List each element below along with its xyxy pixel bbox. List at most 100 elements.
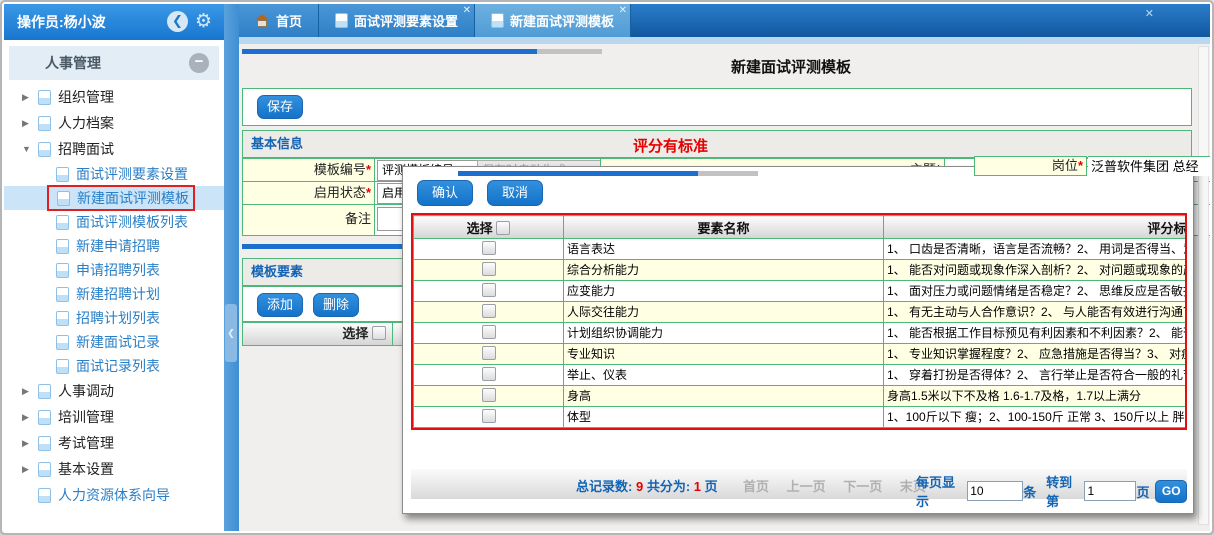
- sidebar-item[interactable]: ▶ 人力档案: [4, 110, 224, 136]
- table-row: 人际交往能力1、 有无主动与人合作意识？2、 与人能否有效进行沟通？3、 对人际…: [413, 301, 1185, 323]
- document-icon: [38, 383, 51, 399]
- element-name-cell: 专业知识: [563, 343, 884, 365]
- sidebar-item[interactable]: 新建面试记录: [4, 330, 224, 354]
- red-annotation: 评分有标准: [633, 138, 709, 155]
- scrollbar-track[interactable]: [698, 171, 758, 176]
- table-row: 专业知识1、 专业知识掌握程度？2、 应急措施是否得当？3、 对症下药是否准确？: [413, 343, 1185, 365]
- chevron-right-icon[interactable]: ▶: [22, 386, 32, 397]
- chevron-right-icon[interactable]: ▶: [22, 412, 32, 423]
- basic-info-title: 基本信息: [251, 136, 304, 151]
- criteria-cell: 1、 能否根据工作目标预见有利因素和不利因素？2、 能否根据现实需要和长远效果作…: [883, 322, 1185, 344]
- sidebar-item[interactable]: ▶ 基本设置: [4, 456, 224, 482]
- tab-label: 新建面试评测模板: [510, 14, 615, 29]
- gear-icon[interactable]: ⚙: [195, 11, 216, 32]
- row-checkbox[interactable]: [481, 409, 496, 423]
- document-icon: [38, 461, 51, 477]
- position-label: 岗位*: [974, 156, 1087, 176]
- chevron-right-icon[interactable]: ▶: [22, 92, 32, 103]
- row-checkbox[interactable]: [481, 283, 496, 297]
- position-value[interactable]: 泛普软件集团 总经: [1088, 156, 1210, 176]
- chevron-down-icon[interactable]: ▼: [22, 144, 32, 154]
- sidebar-item[interactable]: ▼ 招聘面试: [4, 136, 224, 162]
- row-select-cell: [413, 280, 564, 302]
- collapse-back-icon[interactable]: ❮: [167, 11, 188, 32]
- tab-bar: 首页 面试评测要素设置 ✕ 新建面试评测模板 ✕: [239, 4, 1210, 37]
- criteria-cell: 1、 口齿是否清晰，语言是否流畅？2、 用词是否得当、意思表达是否准确？3、 内…: [883, 238, 1185, 260]
- document-icon: [56, 334, 69, 350]
- table-row: 应变能力1、 面对压力或问题情绪是否稳定？2、 思维反应是否敏捷？3、 考虑问题…: [413, 280, 1185, 302]
- add-button[interactable]: 添加: [257, 293, 303, 317]
- goto-page-input[interactable]: [1084, 481, 1137, 501]
- select-all-checkbox[interactable]: [372, 326, 386, 340]
- per-page-input[interactable]: [967, 481, 1024, 501]
- sidebar-item[interactable]: ▶ 组织管理: [4, 84, 224, 110]
- chevron-right-icon[interactable]: ▶: [22, 118, 32, 129]
- sidebar-item-label: 人力档案: [58, 115, 114, 131]
- sidebar-item[interactable]: 新建招聘计划: [4, 282, 224, 306]
- record-count: 总记录数: 9 共分为: 1 页: [576, 479, 718, 494]
- scrollbar-track[interactable]: [537, 49, 602, 54]
- table-row: 语言表达1、 口齿是否清晰，语言是否流畅？2、 用词是否得当、意思表达是否准确？…: [413, 238, 1185, 260]
- tab-home[interactable]: 首页: [239, 4, 320, 37]
- save-toolbar: 保存: [242, 88, 1192, 126]
- form-horizontal-scrollbar[interactable]: [242, 49, 602, 54]
- row-checkbox[interactable]: [481, 346, 496, 360]
- element-picker-dialog: 确认 取消 选择 要素名称 评分标准 语言表达1、 口齿是否清晰，语言是否流畅？…: [402, 166, 1194, 514]
- sidebar-item[interactable]: 面试评测模板列表: [4, 210, 224, 234]
- sidebar-item[interactable]: 招聘计划列表: [4, 306, 224, 330]
- first-page-link[interactable]: 首页: [743, 479, 769, 494]
- criteria-cell: 1、 穿着打扮是否得体？2、 言行举止是否符合一般的礼节？3、 有无多余的动作？: [883, 364, 1185, 386]
- scrollbar-thumb[interactable]: [242, 49, 537, 54]
- select-all-checkbox[interactable]: [496, 220, 511, 235]
- next-page-link[interactable]: 下一页: [843, 479, 882, 494]
- element-name-cell: 人际交往能力: [563, 301, 884, 323]
- splitter-collapse-handle[interactable]: ❮: [225, 304, 237, 362]
- document-icon: [38, 435, 51, 451]
- pagination-bar: 总记录数: 9 共分为: 1 页 首页 上一页 下一页 末页 每页显示 条 转到…: [411, 469, 1188, 509]
- elements-title: 模板要素: [251, 264, 304, 279]
- row-checkbox[interactable]: [481, 325, 496, 339]
- criteria-column-header: 评分标准: [883, 215, 1185, 239]
- chevron-right-icon[interactable]: ▶: [22, 438, 32, 449]
- sidebar-item[interactable]: 申请招聘列表: [4, 258, 224, 282]
- go-button[interactable]: GO: [1155, 479, 1188, 503]
- tab-page[interactable]: 面试评测要素设置 ✕: [319, 4, 476, 37]
- row-checkbox[interactable]: [481, 388, 496, 402]
- sidebar-item[interactable]: ▶ 考试管理: [4, 430, 224, 456]
- sidebar-item[interactable]: 面试评测要素设置: [4, 162, 224, 186]
- vertical-scrollbar-track[interactable]: [1198, 46, 1209, 525]
- save-button[interactable]: 保存: [257, 95, 303, 119]
- sidebar-item[interactable]: 新建面试评测模板: [4, 185, 224, 211]
- sidebar-item[interactable]: ▶ 培训管理: [4, 404, 224, 430]
- tab-page[interactable]: 新建面试评测模板 ✕: [475, 4, 632, 37]
- close-icon[interactable]: ✕: [463, 5, 471, 16]
- sidebar-item[interactable]: 人力资源体系向导: [4, 482, 224, 508]
- sidebar-item-label: 新建面试评测模板: [77, 190, 189, 206]
- per-page-unit: 条: [1023, 484, 1037, 500]
- chevron-right-icon[interactable]: ▶: [22, 464, 32, 475]
- prev-page-link[interactable]: 上一页: [787, 479, 826, 494]
- close-all-tabs-icon[interactable]: ✕: [1145, 7, 1154, 20]
- dialog-horizontal-scrollbar[interactable]: [458, 171, 758, 176]
- name-column-header: 要素名称: [563, 215, 884, 239]
- table-header-row: 选择 要素名称 评分标准: [413, 215, 1185, 239]
- minus-icon[interactable]: −: [189, 53, 209, 73]
- document-icon: [57, 190, 70, 206]
- sidebar-item[interactable]: 面试记录列表: [4, 354, 224, 378]
- sidebar-item[interactable]: ▶ 人事调动: [4, 378, 224, 404]
- confirm-button[interactable]: 确认: [417, 180, 473, 206]
- cancel-button[interactable]: 取消: [487, 180, 543, 206]
- element-name-cell: 举止、仪表: [563, 364, 884, 386]
- row-checkbox[interactable]: [481, 241, 496, 255]
- sidebar-item[interactable]: 新建申请招聘: [4, 234, 224, 258]
- sidebar-item-label: 面试评测模板列表: [76, 214, 188, 230]
- row-checkbox[interactable]: [481, 367, 496, 381]
- close-icon[interactable]: ✕: [619, 5, 627, 16]
- sidebar-splitter[interactable]: ❮: [224, 4, 239, 531]
- row-select-cell: [413, 385, 564, 407]
- scrollbar-thumb[interactable]: [458, 171, 698, 176]
- row-checkbox[interactable]: [481, 262, 496, 276]
- row-checkbox[interactable]: [481, 304, 496, 318]
- sidebar-section-header[interactable]: 人事管理 −: [9, 46, 219, 80]
- delete-button[interactable]: 删除: [313, 293, 359, 317]
